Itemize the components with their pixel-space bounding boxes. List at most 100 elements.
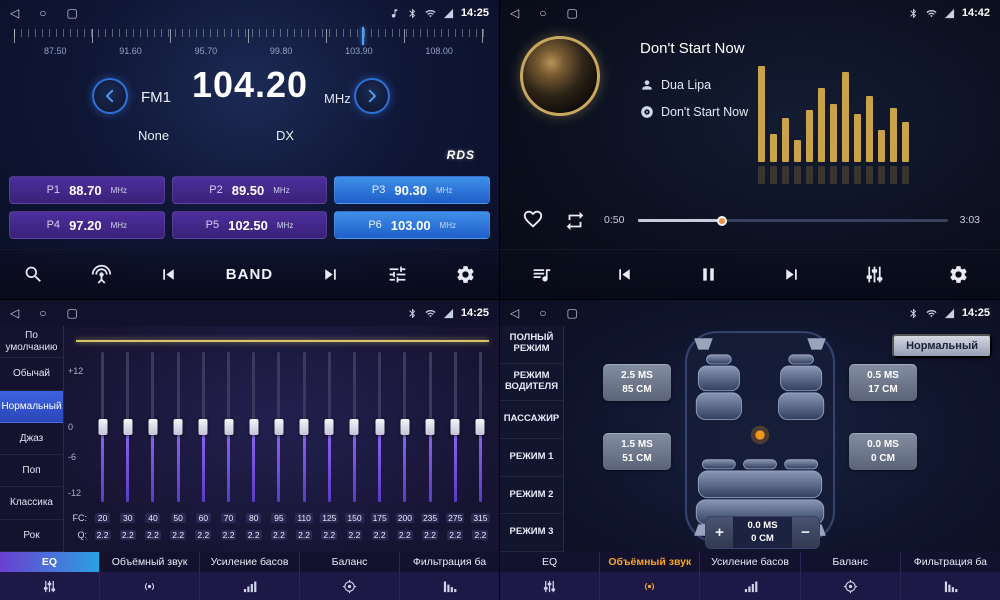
- eq-band[interactable]: [468, 352, 493, 502]
- eq-slider-handle[interactable]: [426, 419, 435, 435]
- listening-mode-item[interactable]: ПОЛНЫЙ РЕЖИМ: [500, 326, 563, 364]
- tab-bass-boost[interactable]: Усиление басов: [200, 552, 300, 600]
- settings-gear-icon[interactable]: [455, 264, 476, 285]
- back-button[interactable]: ◁: [10, 6, 19, 20]
- eq-slider-track[interactable]: [277, 352, 280, 502]
- eq-slider-handle[interactable]: [199, 419, 208, 435]
- recents-button[interactable]: ▢: [566, 6, 577, 20]
- tab-bass-boost[interactable]: Усиление басов: [700, 552, 800, 600]
- eq-slider-track[interactable]: [151, 352, 154, 502]
- tab-surround[interactable]: Объёмный звук: [100, 552, 200, 600]
- delay-decrease-button[interactable]: −: [792, 517, 819, 548]
- home-button[interactable]: ○: [539, 306, 546, 320]
- eq-preset-item[interactable]: Обычай: [0, 358, 63, 390]
- eq-preset-item[interactable]: Поп: [0, 455, 63, 487]
- eq-band[interactable]: [90, 352, 115, 502]
- eq-preset-item[interactable]: По умолчанию: [0, 326, 63, 358]
- eq-band[interactable]: [292, 352, 317, 502]
- eq-slider-handle[interactable]: [400, 419, 409, 435]
- eq-band[interactable]: [216, 352, 241, 502]
- eq-slider-handle[interactable]: [148, 419, 157, 435]
- eq-slider-track[interactable]: [328, 352, 331, 502]
- eq-band[interactable]: [317, 352, 342, 502]
- eq-slider-track[interactable]: [353, 352, 356, 502]
- scan-search-icon[interactable]: [23, 264, 44, 285]
- eq-band[interactable]: [266, 352, 291, 502]
- next-track-icon[interactable]: [781, 264, 802, 285]
- delay-rear-left[interactable]: 1.5 MS 51 CM: [603, 433, 671, 470]
- progress-knob[interactable]: [717, 216, 727, 226]
- delay-front-right[interactable]: 0.5 MS 17 CM: [849, 364, 917, 401]
- eq-slider-track[interactable]: [202, 352, 205, 502]
- preset-button[interactable]: P1 88.70 MHz: [9, 176, 165, 204]
- eq-slider-handle[interactable]: [300, 419, 309, 435]
- delay-increase-button[interactable]: +: [706, 517, 733, 548]
- eq-band[interactable]: [241, 352, 266, 502]
- equalizer-faders-icon[interactable]: [864, 264, 885, 285]
- eq-preset-item[interactable]: Джаз: [0, 423, 63, 455]
- eq-slider-track[interactable]: [479, 352, 482, 502]
- band-switch-button[interactable]: BAND: [226, 266, 273, 283]
- previous-track-icon[interactable]: [614, 264, 635, 285]
- eq-band[interactable]: [417, 352, 442, 502]
- listening-mode-item[interactable]: РЕЖИМ ВОДИТЕЛЯ: [500, 364, 563, 402]
- eq-slider-track[interactable]: [227, 352, 230, 502]
- eq-band[interactable]: [367, 352, 392, 502]
- eq-band[interactable]: [166, 352, 191, 502]
- home-button[interactable]: ○: [539, 6, 546, 20]
- listening-mode-item[interactable]: РЕЖИМ 2: [500, 477, 563, 515]
- eq-slider-handle[interactable]: [350, 419, 359, 435]
- preset-button[interactable]: P3 90.30 MHz: [334, 176, 490, 204]
- eq-slider-track[interactable]: [454, 352, 457, 502]
- eq-band[interactable]: [392, 352, 417, 502]
- recents-button[interactable]: ▢: [566, 306, 577, 320]
- eq-band[interactable]: [342, 352, 367, 502]
- back-button[interactable]: ◁: [10, 306, 19, 320]
- tab-balance[interactable]: Баланс: [801, 552, 901, 600]
- eq-slider-handle[interactable]: [174, 419, 183, 435]
- recents-button[interactable]: ▢: [66, 306, 77, 320]
- preset-button[interactable]: P5 102.50 MHz: [172, 211, 328, 239]
- eq-band[interactable]: [140, 352, 165, 502]
- eq-slider-track[interactable]: [429, 352, 432, 502]
- eq-preset-item[interactable]: Классика: [0, 487, 63, 519]
- eq-slider-handle[interactable]: [274, 419, 283, 435]
- eq-slider-handle[interactable]: [98, 419, 107, 435]
- eq-slider-handle[interactable]: [476, 419, 485, 435]
- eq-slider-handle[interactable]: [249, 419, 258, 435]
- eq-slider-handle[interactable]: [325, 419, 334, 435]
- back-button[interactable]: ◁: [510, 6, 519, 20]
- eq-slider-handle[interactable]: [224, 419, 233, 435]
- tune-up-button[interactable]: [354, 78, 390, 114]
- eq-band[interactable]: [115, 352, 140, 502]
- eq-band[interactable]: [443, 352, 468, 502]
- eq-slider-track[interactable]: [101, 352, 104, 502]
- delay-front-left[interactable]: 2.5 MS 85 CM: [603, 364, 671, 401]
- eq-slider-track[interactable]: [303, 352, 306, 502]
- tab-filter[interactable]: Фильтрация ба: [901, 552, 1000, 600]
- progress-bar[interactable]: [638, 219, 948, 222]
- listening-mode-item[interactable]: РЕЖИМ 3: [500, 514, 563, 552]
- listening-mode-item[interactable]: ПАССАЖИР: [500, 401, 563, 439]
- preset-button[interactable]: P6 103.00 MHz: [334, 211, 490, 239]
- tune-sliders-icon[interactable]: [387, 264, 408, 285]
- preset-button[interactable]: P4 97.20 MHz: [9, 211, 165, 239]
- eq-preset-item[interactable]: Нормальный: [0, 391, 63, 423]
- antenna-icon[interactable]: [91, 264, 112, 285]
- listening-mode-item[interactable]: РЕЖИМ 1: [500, 439, 563, 477]
- tab-filter[interactable]: Фильтрация ба: [400, 552, 499, 600]
- previous-station-icon[interactable]: [158, 264, 179, 285]
- favorite-heart-icon[interactable]: [522, 208, 544, 235]
- next-station-icon[interactable]: [320, 264, 341, 285]
- preset-button[interactable]: P2 89.50 MHz: [172, 176, 328, 204]
- repeat-icon[interactable]: [564, 210, 586, 237]
- eq-slider-handle[interactable]: [451, 419, 460, 435]
- settings-gear-icon[interactable]: [948, 264, 969, 285]
- tab-balance[interactable]: Баланс: [300, 552, 400, 600]
- playlist-icon[interactable]: [531, 264, 552, 285]
- eq-slider-track[interactable]: [252, 352, 255, 502]
- home-button[interactable]: ○: [39, 306, 46, 320]
- eq-slider-handle[interactable]: [123, 419, 132, 435]
- eq-band[interactable]: [191, 352, 216, 502]
- eq-preset-item[interactable]: Рок: [0, 520, 63, 552]
